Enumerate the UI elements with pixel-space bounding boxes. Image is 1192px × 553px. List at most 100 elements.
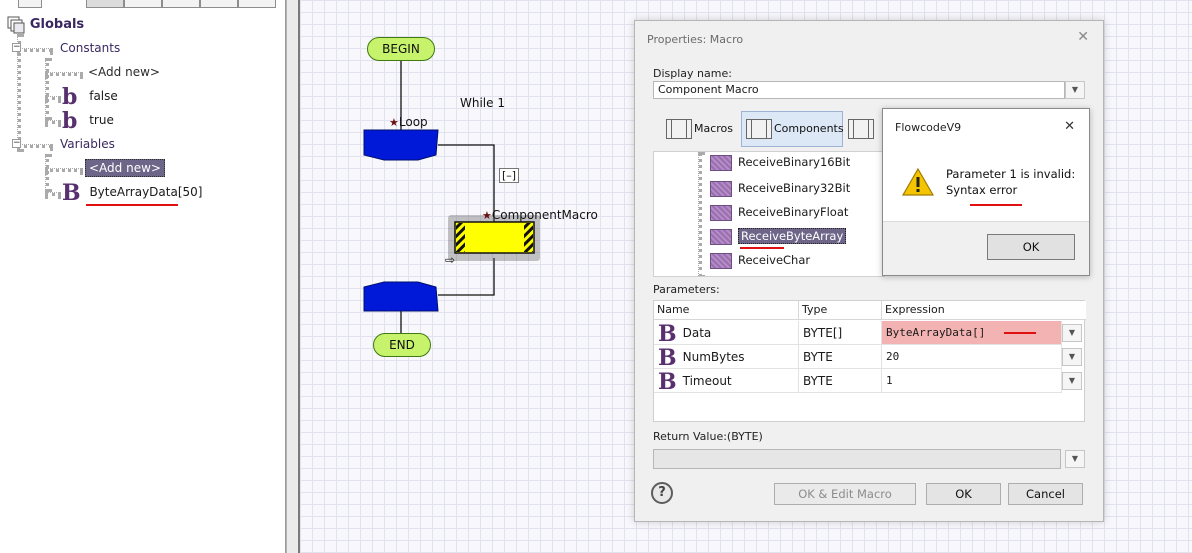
- return-value-dropdown[interactable]: ▼: [1065, 450, 1085, 468]
- tree-variables-node[interactable]: Variables: [60, 134, 115, 154]
- toolbar-tab-3[interactable]: [124, 0, 162, 8]
- loop-start-block: [363, 129, 439, 161]
- component-macro-label-group: ★ComponentMacro: [482, 208, 598, 222]
- byte-type-icon: B: [658, 368, 677, 395]
- end-label: END: [389, 338, 415, 352]
- column-header-expression: Expression: [882, 301, 1086, 320]
- macro-icon: [710, 228, 732, 245]
- param-expression-field[interactable]: 20: [882, 345, 1062, 369]
- tab-macros[interactable]: Macros: [665, 111, 737, 147]
- bookmark-star-icon: ★: [482, 209, 492, 222]
- param-name-cell: B Data: [654, 321, 799, 345]
- variables-collapse-toggle[interactable]: −: [12, 139, 21, 148]
- globals-tree-panel: Globals − Constants <Add new> b false b …: [0, 0, 286, 553]
- tree-line: [45, 72, 83, 76]
- begin-terminal[interactable]: BEGIN: [367, 37, 435, 61]
- begin-label: BEGIN: [382, 42, 420, 56]
- macro-icon: [710, 204, 732, 221]
- close-icon[interactable]: ✕: [1077, 29, 1089, 45]
- constant-name: true: [89, 113, 114, 127]
- macro-icon: [710, 154, 732, 171]
- return-value-field[interactable]: [653, 449, 1061, 469]
- display-name-dropdown[interactable]: ▼: [1065, 81, 1085, 99]
- variable-item-bytearraydata[interactable]: B ByteArrayData[50]: [62, 182, 202, 204]
- add-new-selected-label: <Add new>: [85, 159, 165, 177]
- tree-line: [45, 154, 49, 192]
- byte-type-icon: B: [658, 320, 677, 347]
- constant-item-true[interactable]: b true: [62, 110, 114, 132]
- loop-label-group: ★Loop: [389, 115, 428, 129]
- param-type-cell: BYTE: [799, 345, 882, 369]
- parameters-table: Name Type Expression B Data BYTE[] ByteAr…: [653, 300, 1086, 422]
- param-expression: 1: [886, 374, 893, 387]
- while-condition-label: While 1: [460, 96, 505, 110]
- end-terminal[interactable]: END: [373, 333, 431, 357]
- red-annotation-underline: [970, 204, 1022, 206]
- tab-more[interactable]: [847, 111, 881, 147]
- toolbar-tab-6[interactable]: [238, 0, 276, 8]
- expression-dropdown[interactable]: ▼: [1062, 372, 1082, 390]
- red-annotation-underline: [740, 247, 784, 249]
- expression-dropdown[interactable]: ▼: [1062, 348, 1082, 366]
- byte-type-icon: B: [658, 344, 677, 371]
- close-icon[interactable]: ✕: [1064, 119, 1075, 134]
- ok-button[interactable]: OK: [926, 483, 1001, 505]
- tab-components[interactable]: Components: [741, 111, 844, 147]
- expression-dropdown[interactable]: ▼: [1062, 324, 1082, 342]
- tree-line: [45, 120, 61, 124]
- toolbar-tab-5[interactable]: [200, 0, 238, 8]
- macro-list-item[interactable]: ReceiveChar: [710, 250, 810, 270]
- macro-list-item[interactable]: ReceiveBinary32Bit: [710, 178, 850, 198]
- error-ok-button[interactable]: OK: [987, 234, 1075, 260]
- parameters-label: Parameters:: [653, 283, 720, 296]
- macro-list-item[interactable]: ReceiveBinaryFloat: [710, 202, 848, 222]
- components-tab-icon: [746, 119, 772, 139]
- toolbar-tab-1[interactable]: [18, 0, 42, 8]
- constants-collapse-toggle[interactable]: −: [12, 43, 21, 52]
- help-icon[interactable]: ?: [651, 482, 673, 504]
- red-annotation-underline: [1004, 332, 1036, 334]
- param-name: NumBytes: [682, 350, 745, 364]
- tree-line: [45, 96, 61, 100]
- loop-end-block: [363, 281, 439, 312]
- tree-globals-root[interactable]: Globals: [6, 14, 84, 34]
- add-new-label: <Add new>: [88, 65, 160, 79]
- tab-macros-label: Macros: [694, 122, 734, 135]
- variables-add-new[interactable]: <Add new>: [85, 158, 165, 178]
- toolbar-tab-2[interactable]: [86, 0, 124, 8]
- tree-line: [698, 152, 702, 276]
- macro-name: ReceiveByteArray: [738, 228, 847, 244]
- panel-splitter[interactable]: [286, 0, 300, 553]
- constants-add-new[interactable]: <Add new>: [88, 62, 160, 82]
- globals-label: Globals: [29, 17, 85, 32]
- more-tab-icon: [848, 119, 874, 139]
- cancel-button[interactable]: Cancel: [1008, 483, 1083, 505]
- macro-icon: [710, 252, 732, 269]
- macros-tab-icon: [666, 119, 692, 139]
- error-message-line-1: Parameter 1 is invalid:: [946, 167, 1076, 181]
- return-value-label: Return Value:(BYTE): [653, 430, 763, 443]
- param-expression-field[interactable]: 1: [882, 369, 1062, 393]
- collapse-loop-button[interactable]: [–]: [499, 168, 520, 183]
- macro-list-item[interactable]: ReceiveBinary16Bit: [710, 152, 850, 172]
- constant-name: false: [89, 89, 118, 103]
- tree-constants-node[interactable]: Constants: [60, 38, 120, 58]
- panel-toolbar: [0, 0, 286, 8]
- boolean-type-icon: b: [62, 83, 78, 110]
- param-name-cell: B NumBytes: [654, 345, 799, 369]
- tree-line: [17, 144, 53, 148]
- ok-edit-macro-button[interactable]: OK & Edit Macro: [774, 483, 916, 505]
- dialog-title: Properties: Macro: [647, 33, 744, 46]
- tree-line: [45, 192, 61, 196]
- loop-label: Loop: [398, 115, 428, 129]
- toolbar-tab-4[interactable]: [162, 0, 200, 8]
- param-expression: ByteArrayData[]: [886, 326, 986, 339]
- error-message-line-2: Syntax error: [946, 183, 1018, 197]
- component-macro-list[interactable]: ReceiveBinary16Bit ReceiveBinary32Bit Re…: [653, 151, 885, 277]
- constant-item-false[interactable]: b false: [62, 83, 118, 110]
- cursor-arrow-icon: ⇨: [445, 253, 456, 267]
- macro-name: ReceiveBinary16Bit: [738, 155, 851, 169]
- display-name-field[interactable]: Component Macro: [653, 81, 1065, 99]
- macro-list-item-selected[interactable]: ReceiveByteArray: [710, 226, 847, 246]
- param-name-cell: B Timeout: [654, 369, 799, 393]
